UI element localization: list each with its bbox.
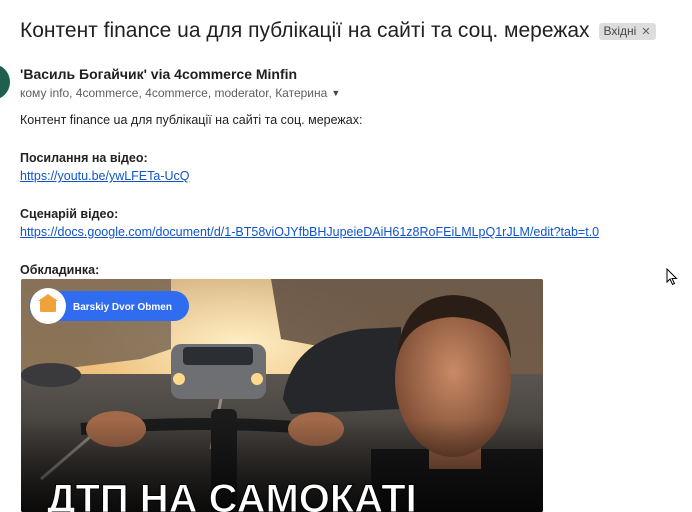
email-subject: Контент finance ua для публікації на сай… bbox=[20, 19, 590, 42]
sender-name[interactable]: 'Василь Богайчик' via 4commerce Minfin bbox=[20, 66, 297, 82]
script-heading: Сценарій відео: bbox=[20, 207, 119, 221]
video-heading: Посилання на відео: bbox=[20, 151, 148, 165]
recipients-line: кому info, 4commerce, 4commerce, moderat… bbox=[20, 86, 340, 100]
show-details-caret-icon[interactable]: ▼ bbox=[331, 88, 340, 98]
cover-heading: Обкладинка: bbox=[20, 263, 100, 277]
subject-row: Контент finance ua для публікації на сай… bbox=[20, 19, 656, 43]
cover-thumbnail[interactable]: Barskiy Dvor Obmen ДТП НА САМОКАТІ bbox=[21, 279, 543, 512]
script-link[interactable]: https://docs.google.com/document/d/1-BT5… bbox=[20, 225, 599, 239]
inbox-label-chip[interactable]: Вхідні ✕ bbox=[598, 22, 656, 40]
inbox-label-text: Вхідні bbox=[603, 24, 637, 38]
remove-label-icon[interactable]: ✕ bbox=[641, 25, 650, 38]
intro-text: Контент finance ua для публікації на сай… bbox=[20, 113, 363, 127]
channel-badge: Barskiy Dvor Obmen bbox=[29, 288, 189, 324]
mouse-cursor-icon bbox=[666, 268, 678, 286]
video-link[interactable]: https://youtu.be/ywLFETa-UcQ bbox=[20, 169, 190, 183]
channel-badge-text: Barskiy Dvor Obmen bbox=[73, 302, 172, 313]
thumbnail-title: ДТП НА САМОКАТІ bbox=[47, 477, 417, 512]
sender-avatar[interactable] bbox=[0, 64, 10, 100]
recipients-text: кому info, 4commerce, 4commerce, moderat… bbox=[20, 86, 328, 100]
